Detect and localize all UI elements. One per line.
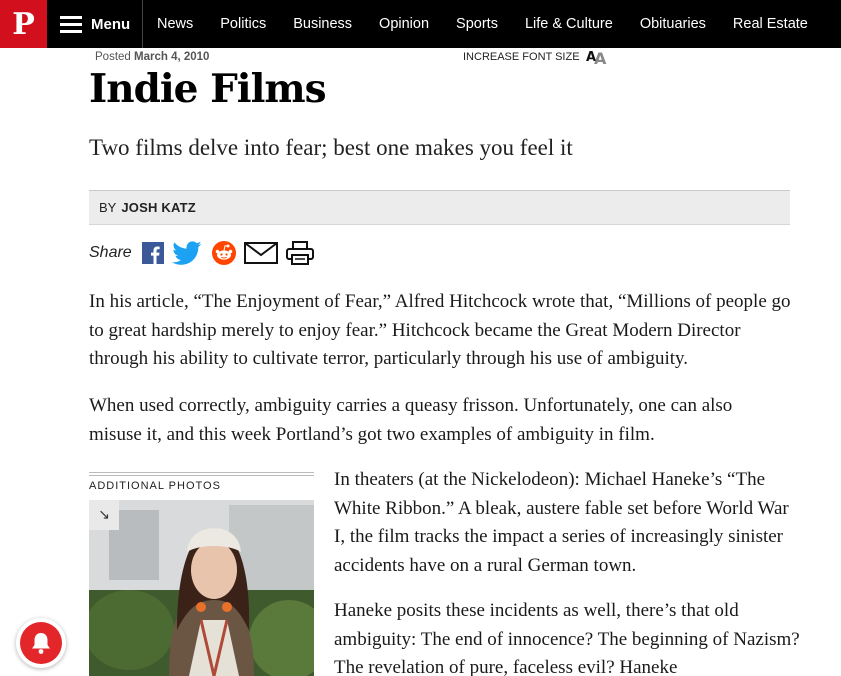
nav-link-obituaries[interactable]: Obituaries <box>640 16 706 32</box>
hamburger-icon <box>60 15 82 33</box>
notification-bell-circle <box>20 622 62 664</box>
additional-photos-heading: ADDITIONAL PHOTOS <box>89 480 221 492</box>
logo-letter: P <box>12 6 35 42</box>
author-link[interactable]: JOSH KATZ <box>121 200 196 215</box>
article-paragraph: In his article, “The Enjoyment of Fear,”… <box>89 291 791 369</box>
font-size-label: INCREASE FONT SIZE <box>463 51 580 63</box>
twitter-icon[interactable] <box>171 241 204 265</box>
nav-link-politics[interactable]: Politics <box>220 16 266 32</box>
nav-link-real-estate[interactable]: Real Estate <box>733 16 808 32</box>
article-subtitle: Two films delve into fear; best one make… <box>89 135 573 160</box>
nav-links: News Politics Business Opinion Sports Li… <box>157 0 835 48</box>
share-bar: Share <box>89 238 314 268</box>
menu-button[interactable]: Menu <box>60 0 130 48</box>
reddit-icon[interactable] <box>211 241 236 265</box>
site-logo[interactable]: P <box>0 0 47 48</box>
nav-link-opinion[interactable]: Opinion <box>379 16 429 32</box>
nav-link-life-culture[interactable]: Life & Culture <box>525 16 613 32</box>
nav-link-news[interactable]: News <box>157 16 193 32</box>
expand-photo-button[interactable]: ↘ <box>89 500 119 530</box>
facebook-icon[interactable] <box>141 242 164 264</box>
svg-text:A: A <box>594 49 607 65</box>
posted-label: Posted <box>95 51 131 63</box>
byline: BY JOSH KATZ <box>89 190 790 225</box>
notification-bell-icon <box>32 633 50 654</box>
top-navigation-bar: P Menu News Politics Business Opinion Sp… <box>0 0 841 48</box>
article-title: Indie Films <box>89 66 327 112</box>
menu-label: Menu <box>91 15 131 33</box>
increase-font-size-button[interactable]: INCREASE FONT SIZE A A <box>463 49 610 65</box>
notification-bell-button[interactable] <box>16 618 66 668</box>
article-paragraph: When used correctly, ambiguity carries a… <box>89 395 733 445</box>
additional-photos-rule <box>89 472 314 473</box>
nav-link-business[interactable]: Business <box>293 16 352 32</box>
expand-arrow-icon: ↘ <box>98 507 110 523</box>
nav-divider <box>142 0 143 48</box>
posted-date-value: March 4, 2010 <box>134 51 210 63</box>
article-paragraph: Haneke posits these incidents as well, t… <box>334 600 800 676</box>
additional-photos-rule <box>89 475 314 476</box>
posted-date: Posted March 4, 2010 <box>95 51 209 63</box>
article-paragraph: In theaters (at the Nickelodeon): Michae… <box>334 469 789 576</box>
photo-illustration <box>89 500 314 676</box>
article-photo[interactable] <box>89 500 314 676</box>
email-icon[interactable] <box>243 242 278 264</box>
share-label: Share <box>89 244 132 261</box>
by-label: BY <box>99 200 117 215</box>
nav-link-sports[interactable]: Sports <box>456 16 498 32</box>
font-size-icon: A A <box>586 49 607 65</box>
print-icon[interactable] <box>285 241 314 265</box>
